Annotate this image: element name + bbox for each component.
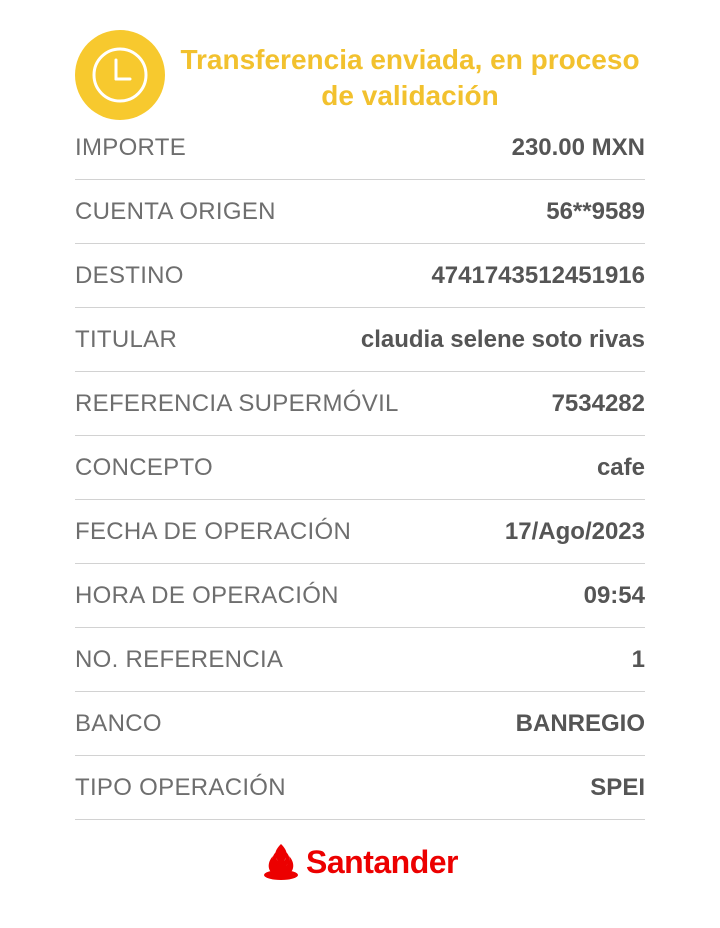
detail-row-banco: BANCO BANREGIO xyxy=(75,692,645,756)
detail-value: SPEI xyxy=(590,773,645,801)
detail-value: 09:54 xyxy=(583,581,645,609)
detail-row-hora: HORA DE OPERACIÓN 09:54 xyxy=(75,564,645,628)
flame-icon xyxy=(264,844,298,880)
detail-row-cuenta-origen: CUENTA ORIGEN 56**9589 xyxy=(75,180,645,244)
detail-row-concepto: CONCEPTO cafe xyxy=(75,436,645,500)
detail-label: NO. REFERENCIA xyxy=(75,645,284,673)
status-header: Transferencia enviada, en proceso de val… xyxy=(75,30,645,120)
detail-value: 4741743512451916 xyxy=(431,261,645,289)
detail-value: 7534282 xyxy=(551,389,645,417)
detail-row-no-referencia: NO. REFERENCIA 1 xyxy=(75,628,645,692)
clock-icon xyxy=(75,30,165,120)
detail-label: TIPO OPERACIÓN xyxy=(75,773,286,801)
detail-row-tipo-operacion: TIPO OPERACIÓN SPEI xyxy=(75,756,645,820)
detail-row-destino: DESTINO 4741743512451916 xyxy=(75,244,645,308)
detail-row-fecha: FECHA DE OPERACIÓN 17/Ago/2023 xyxy=(75,500,645,564)
detail-row-titular: TITULAR claudia selene soto rivas xyxy=(75,308,645,372)
detail-label: CUENTA ORIGEN xyxy=(75,197,276,225)
transfer-details: IMPORTE 230.00 MXN CUENTA ORIGEN 56**958… xyxy=(75,116,645,820)
detail-value: cafe xyxy=(596,453,645,481)
detail-value: 17/Ago/2023 xyxy=(504,517,645,545)
detail-value: BANREGIO xyxy=(515,709,645,737)
detail-value: claudia selene soto rivas xyxy=(360,325,645,353)
detail-label: HORA DE OPERACIÓN xyxy=(75,581,339,609)
detail-label: CONCEPTO xyxy=(75,453,213,481)
detail-value: 1 xyxy=(631,645,645,673)
detail-value: 56**9589 xyxy=(546,197,645,225)
detail-label: REFERENCIA SUPERMÓVIL xyxy=(75,389,399,417)
detail-value: 230.00 MXN xyxy=(511,133,645,161)
brand-name: Santander xyxy=(306,843,458,880)
santander-logo: Santander xyxy=(262,838,458,886)
status-title: Transferencia enviada, en proceso de val… xyxy=(180,44,640,111)
detail-label: FECHA DE OPERACIÓN xyxy=(75,517,352,545)
detail-label: TITULAR xyxy=(75,325,178,353)
detail-label: IMPORTE xyxy=(75,133,187,161)
detail-row-referencia-supermovil: REFERENCIA SUPERMÓVIL 7534282 xyxy=(75,372,645,436)
detail-row-importe: IMPORTE 230.00 MXN xyxy=(75,116,645,180)
detail-label: BANCO xyxy=(75,709,162,737)
detail-label: DESTINO xyxy=(75,261,184,289)
